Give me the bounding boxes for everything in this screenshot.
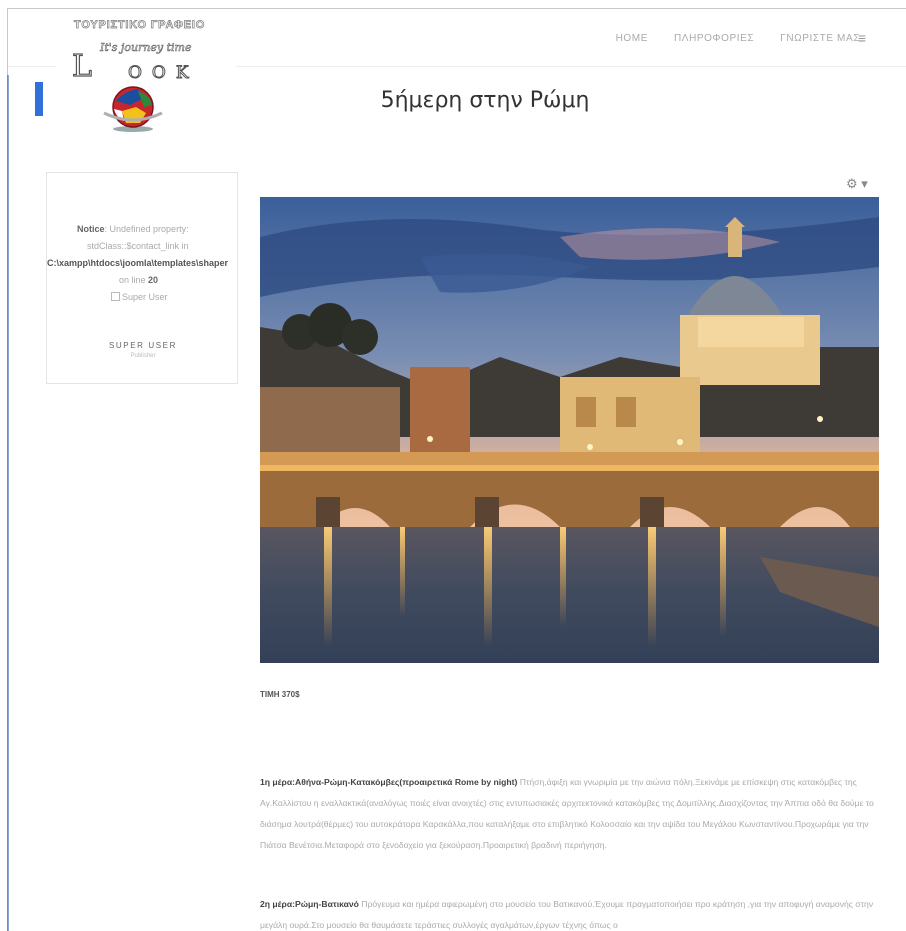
- author-role: Publisher: [130, 353, 156, 359]
- author-name[interactable]: SUPER USER: [47, 341, 239, 350]
- side-tab-marker[interactable]: [35, 82, 43, 116]
- price-label: ΤΙΜΗ 370$: [260, 690, 300, 699]
- main-nav: HOME ΠΛΗΡΟΦΟΡΙΕΣ ΓΝΩΡΙΣΤΕ ΜΑΣ: [616, 33, 860, 44]
- logo-letters: OOK: [128, 63, 199, 84]
- day-1-text: Πτήση,άφιξη και γνωριμία με την αιώνια π…: [260, 777, 874, 850]
- globe-icon: [103, 86, 163, 132]
- nav-home[interactable]: HOME: [616, 33, 648, 44]
- left-border-line: [7, 75, 9, 931]
- logo-letter: L: [71, 48, 96, 84]
- hamburger-icon[interactable]: ≡: [858, 30, 866, 46]
- day-2-paragraph: 2η μέρα:Ρώμη-Βατικανό Πρόγευμα και ημέρα…: [260, 894, 884, 931]
- nav-about[interactable]: ΓΝΩΡΙΣΤΕ ΜΑΣ: [780, 33, 860, 44]
- notice-label: Notice: [77, 224, 105, 234]
- day-2-title: 2η μέρα:Ρώμη-Βατικανό: [260, 899, 359, 909]
- day-1-paragraph: 1η μέρα:Αθήνα-Ρώμη-Κατακόμβες(προαιρετικ…: [260, 772, 884, 856]
- gear-icon[interactable]: ⚙ ▾: [846, 176, 868, 192]
- site-logo[interactable]: ΤΟΥΡΙΣΤΙΚΟ ΓΡΑΦΕΙΟ It's journey time L O…: [56, 13, 236, 139]
- logo-top-text: ΤΟΥΡΙΣΤΙΚΟ ΓΡΑΦΕΙΟ: [74, 19, 206, 32]
- day-1-title: 1η μέρα:Αθήνα-Ρώμη-Κατακόμβες(προαιρετικ…: [260, 777, 518, 787]
- page-title: 5ήμερη στην Ρώμη: [380, 88, 590, 113]
- author-module: Notice: Undefined property: stdClass::$c…: [46, 172, 238, 384]
- logo-tagline: It's journey time: [100, 41, 192, 55]
- article-hero-image: [260, 197, 879, 663]
- nav-info[interactable]: ΠΛΗΡΟΦΟΡΙΕΣ: [674, 33, 754, 44]
